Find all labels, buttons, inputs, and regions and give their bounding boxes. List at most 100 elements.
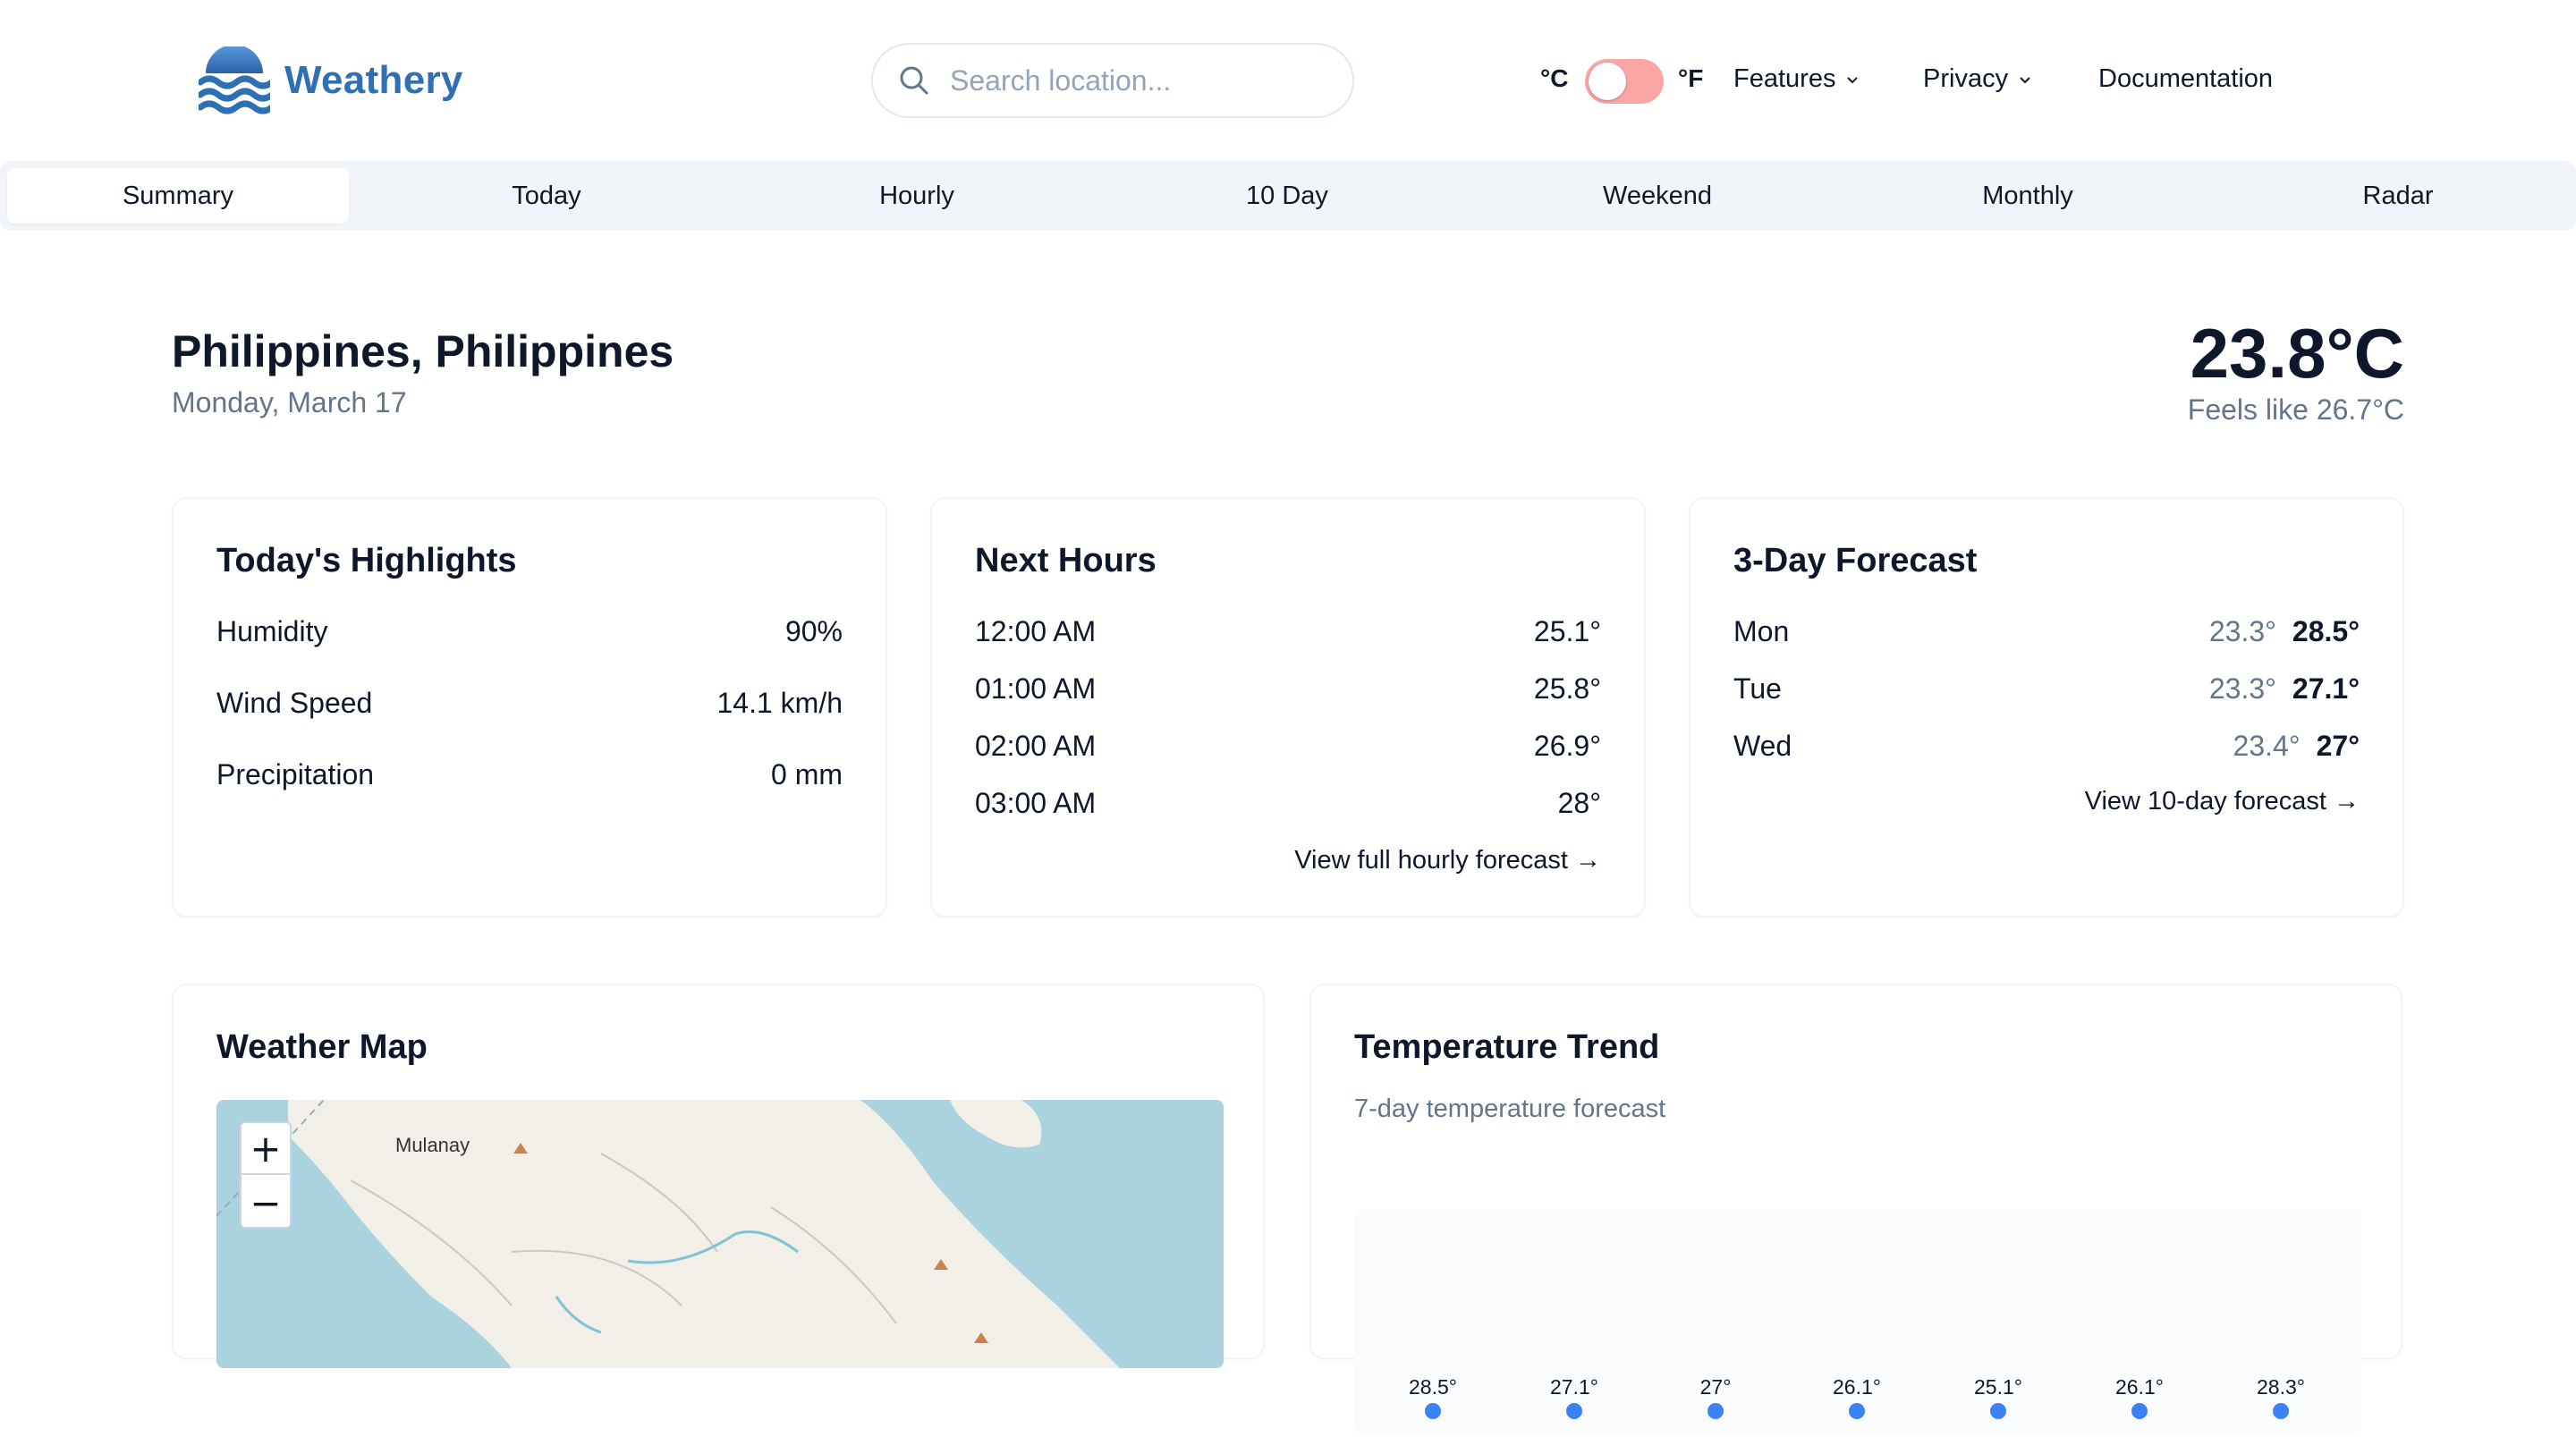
zoom-out-button[interactable]: − <box>242 1177 290 1229</box>
hour-row: 03:00 AM 28° <box>975 787 1601 826</box>
highlights-card: Today's Highlights Humidity 90% Wind Spe… <box>172 497 887 917</box>
view-10-day-link[interactable]: View 10-day forecast → <box>2085 787 2360 816</box>
highlight-row-humidity: Humidity 90% <box>216 615 843 655</box>
temperature-trend-card: Temperature Trend 7-day temperature fore… <box>1309 984 2402 1433</box>
forecast-row-tue: Tue 23.3° 27.1° <box>1733 672 2360 712</box>
trend-point <box>1849 1403 1865 1419</box>
highlight-label: Humidity <box>216 615 328 647</box>
highlight-value: 14.1 km/h <box>716 687 843 719</box>
highlight-row-precipitation: Precipitation 0 mm <box>216 758 843 798</box>
nav-features-label: Features <box>1733 64 1836 93</box>
trend-point-label: 26.1° <box>2115 1375 2164 1399</box>
nav-privacy[interactable]: Privacy <box>1923 64 2033 94</box>
next-hours-card: Next Hours 12:00 AM 25.1° 01:00 AM 25.8°… <box>930 497 1646 917</box>
hour-temp: 28° <box>1557 787 1601 819</box>
forecast-range: 23.3° 27.1° <box>2209 672 2360 706</box>
trend-point-label: 25.1° <box>1974 1375 2022 1399</box>
chevron-down-icon <box>2020 76 2030 83</box>
trend-point <box>1566 1403 1582 1419</box>
forecast-day: Wed <box>1733 730 1792 762</box>
brand-name: Weathery <box>284 58 463 102</box>
hour-row: 12:00 AM 25.1° <box>975 615 1601 655</box>
nav-features[interactable]: Features <box>1733 64 1860 94</box>
forecast-low: 23.3° <box>2208 672 2276 705</box>
location-title: Philippines, Philippines <box>172 326 674 376</box>
forecast-day: Tue <box>1733 672 1782 705</box>
hour-temp: 25.8° <box>1533 672 1601 705</box>
forecast-high: 27° <box>2316 730 2360 762</box>
trend-point-label: 28.5° <box>1409 1375 1457 1399</box>
next-hours-title: Next Hours <box>975 542 1157 579</box>
forecast-high: 27.1° <box>2292 672 2360 705</box>
search-box[interactable] <box>871 43 1354 118</box>
tab-today[interactable]: Today <box>376 168 717 224</box>
trend-point <box>2273 1403 2289 1419</box>
tab-weekend[interactable]: Weekend <box>1487 168 1828 224</box>
forecast-range: 23.3° 28.5° <box>2209 615 2360 648</box>
trend-point-label: 27° <box>1700 1375 1732 1399</box>
tab-monthly[interactable]: Monthly <box>1857 168 2199 224</box>
trend-point-label: 27.1° <box>1550 1375 1598 1399</box>
trend-point-label: 26.1° <box>1833 1375 1881 1399</box>
forecast-card: 3-Day Forecast Mon 23.3° 28.5° Tue 23.3° 2… <box>1689 497 2404 917</box>
nav-privacy-label: Privacy <box>1923 64 2009 93</box>
highlight-label: Precipitation <box>216 758 375 790</box>
celsius-label: °C <box>1540 64 1569 92</box>
brand-logo[interactable]: Weathery <box>199 46 463 114</box>
trend-point <box>2131 1403 2148 1419</box>
hour-temp: 26.9° <box>1533 730 1601 762</box>
tab-hourly[interactable]: Hourly <box>746 168 1088 224</box>
highlight-value: 90% <box>784 615 843 647</box>
hour-time: 12:00 AM <box>975 615 1097 647</box>
hour-row: 02:00 AM 26.9° <box>975 730 1601 769</box>
tab-summary[interactable]: Summary <box>7 168 349 224</box>
trend-point-label: 28.3° <box>2257 1375 2305 1399</box>
waves-logo-icon <box>199 46 270 114</box>
tab-radar[interactable]: Radar <box>2227 168 2569 224</box>
highlight-label: Wind Speed <box>216 687 373 719</box>
trend-chart-svg: 28.5° 27.1° 27° 26.1° 25.1° 26.1° 28.3° <box>1409 1375 2305 1419</box>
trend-point <box>1425 1403 1441 1419</box>
unit-toggle[interactable] <box>1585 59 1664 104</box>
trend-subtitle: 7-day temperature forecast <box>1354 1095 1666 1123</box>
highlight-value: 0 mm <box>771 758 843 790</box>
forecast-row-mon: Mon 23.3° 28.5° <box>1733 615 2360 655</box>
hour-time: 02:00 AM <box>975 730 1097 762</box>
weather-map-card: Weather Map Mulanay + − <box>172 984 1265 1368</box>
hour-row: 01:00 AM 25.8° <box>975 672 1601 712</box>
hour-time: 03:00 AM <box>975 787 1097 819</box>
map-zoom-control: + − <box>240 1121 292 1229</box>
fahrenheit-label: °F <box>1678 64 1704 92</box>
view-hourly-link[interactable]: View full hourly forecast → <box>1294 846 1601 875</box>
forecast-range: 23.4° 27° <box>2233 730 2360 763</box>
search-input[interactable] <box>948 63 1342 98</box>
location-date: Monday, March 17 <box>172 386 407 418</box>
map-tiles <box>216 1100 1120 1368</box>
tab-10-day[interactable]: 10 Day <box>1116 168 1458 224</box>
trend-point <box>1707 1403 1724 1419</box>
hour-temp: 25.1° <box>1533 615 1601 647</box>
top-header: Weathery °C °F Features Privacy Document… <box>0 0 2576 161</box>
search-icon <box>900 66 928 95</box>
trend-chart: 28.5° 27.1° 27° 26.1° 25.1° 26.1° 28.3° <box>1354 1209 2361 1433</box>
unit-toggle-knob <box>1589 63 1626 100</box>
weather-map[interactable]: Mulanay + − <box>216 1100 1224 1368</box>
trend-point <box>1990 1403 2006 1419</box>
forecast-row-wed: Wed 23.4° 27° <box>1733 730 2360 769</box>
forecast-tabs: Summary Today Hourly 10 Day Weekend Mont… <box>0 161 2576 231</box>
forecast-day: Mon <box>1733 615 1790 647</box>
forecast-title: 3-Day Forecast <box>1733 542 1978 579</box>
zoom-in-button[interactable]: + <box>242 1123 290 1175</box>
nav-documentation[interactable]: Documentation <box>2098 64 2273 94</box>
highlight-row-wind: Wind Speed 14.1 km/h <box>216 687 843 726</box>
hour-time: 01:00 AM <box>975 672 1097 705</box>
feels-like: Feels like 26.7°C <box>2187 393 2404 426</box>
highlights-title: Today's Highlights <box>216 542 517 579</box>
nav-documentation-label: Documentation <box>2098 64 2274 93</box>
weather-map-title: Weather Map <box>216 1028 428 1066</box>
forecast-low: 23.4° <box>2233 730 2301 762</box>
forecast-high: 28.5° <box>2292 615 2360 647</box>
chevron-down-icon <box>1847 76 1859 83</box>
forecast-low: 23.3° <box>2208 615 2276 647</box>
map-place-label: Mulanay <box>395 1134 470 1156</box>
